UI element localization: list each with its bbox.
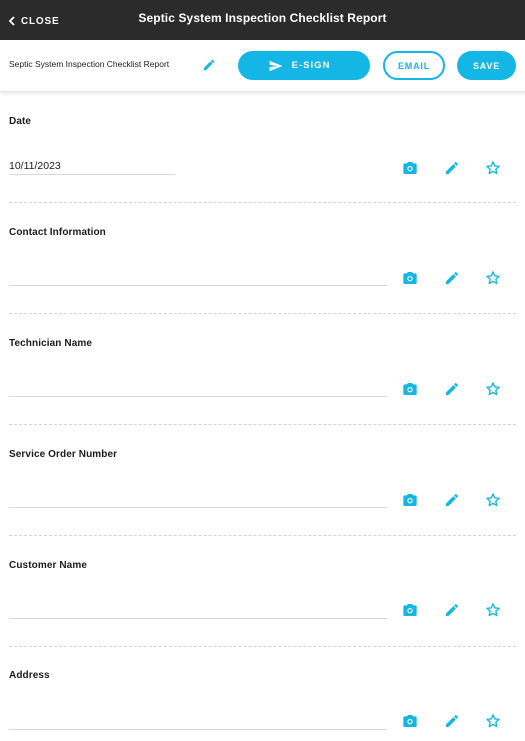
top-bar: CLOSE Septic System Inspection Checklist… <box>0 0 525 40</box>
field-underline[interactable] <box>9 618 387 619</box>
pencil-icon[interactable] <box>444 602 460 618</box>
pencil-icon[interactable] <box>444 381 460 397</box>
field-underline[interactable] <box>9 507 387 508</box>
field-label: Address <box>9 670 50 681</box>
field-contact-information: Contact Information <box>0 203 525 314</box>
page-title: Septic System Inspection Checklist Repor… <box>138 11 387 25</box>
email-button[interactable]: EMAIL <box>383 51 445 80</box>
field-underline[interactable] <box>9 396 387 397</box>
star-icon[interactable] <box>485 381 501 397</box>
field-customer-name: Customer Name <box>0 536 525 647</box>
star-icon[interactable] <box>485 713 501 729</box>
field-address: Address <box>0 646 525 741</box>
pencil-icon[interactable] <box>444 492 460 508</box>
document-name: Septic System Inspection Checklist Repor… <box>9 59 170 69</box>
toolbar: Septic System Inspection Checklist Repor… <box>0 40 525 92</box>
star-icon[interactable] <box>485 270 501 286</box>
field-label: Technician Name <box>9 338 93 349</box>
camera-icon[interactable] <box>402 713 418 729</box>
camera-icon[interactable] <box>402 381 418 397</box>
field-underline <box>9 174 175 175</box>
camera-icon[interactable] <box>402 160 418 176</box>
esign-button[interactable]: E-SIGN <box>238 51 370 80</box>
star-icon[interactable] <box>485 602 501 618</box>
field-value[interactable]: 10/11/2023 <box>9 160 61 172</box>
pencil-icon[interactable] <box>202 58 216 72</box>
camera-icon[interactable] <box>402 602 418 618</box>
save-button[interactable]: SAVE <box>457 51 516 80</box>
pencil-icon[interactable] <box>444 270 460 286</box>
field-service-order-number: Service Order Number <box>0 425 525 536</box>
field-label: Contact Information <box>9 227 106 238</box>
field-technician-name: Technician Name <box>0 314 525 425</box>
field-underline[interactable] <box>9 285 387 286</box>
camera-icon[interactable] <box>402 270 418 286</box>
star-icon[interactable] <box>485 160 501 176</box>
star-icon[interactable] <box>485 492 501 508</box>
field-underline[interactable] <box>9 729 387 730</box>
pencil-icon[interactable] <box>444 160 460 176</box>
esign-label: E-SIGN <box>291 60 331 71</box>
field-label: Date <box>9 116 32 127</box>
field-label: Service Order Number <box>9 449 118 460</box>
send-icon <box>269 60 283 72</box>
camera-icon[interactable] <box>402 492 418 508</box>
field-label: Customer Name <box>9 560 87 571</box>
field-date: Date 10/11/2023 <box>0 92 525 203</box>
pencil-icon[interactable] <box>444 713 460 729</box>
